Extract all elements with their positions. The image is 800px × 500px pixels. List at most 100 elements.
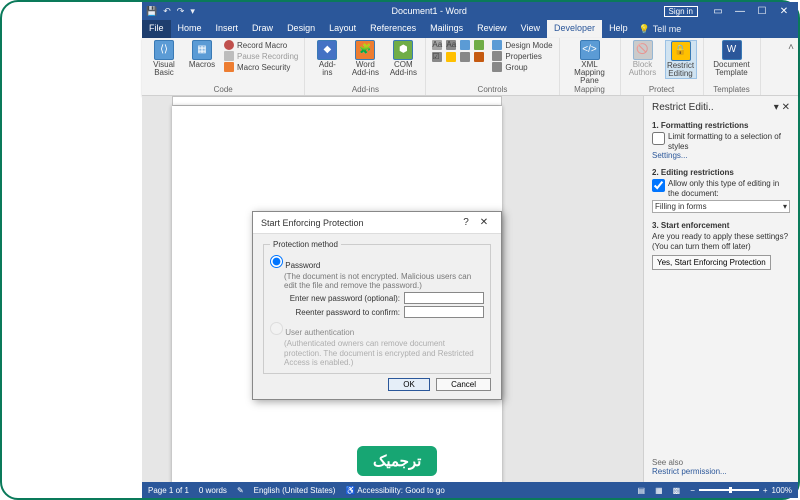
group-button[interactable]: Group bbox=[492, 62, 552, 72]
start-enforcement-heading: 3. Start enforcement bbox=[652, 221, 790, 230]
xml-mapping-button[interactable]: </>XML Mapping Pane bbox=[566, 40, 614, 85]
tab-references[interactable]: References bbox=[363, 20, 423, 38]
control-dropdown-icon[interactable] bbox=[460, 52, 470, 62]
ok-button[interactable]: OK bbox=[388, 378, 430, 391]
accessibility-indicator[interactable]: ♿ Accessibility: Good to go bbox=[345, 486, 444, 495]
restrict-editing-pane: Restrict Editi..▾ ✕ 1. Formatting restri… bbox=[643, 96, 798, 482]
control-plaintext-icon[interactable]: Aa bbox=[446, 40, 456, 50]
group-mapping: </>XML Mapping Pane Mapping bbox=[560, 38, 621, 95]
restrict-permission-link[interactable]: Restrict permission... bbox=[652, 467, 727, 476]
view-print-icon[interactable]: ▦ bbox=[655, 486, 663, 495]
properties-icon bbox=[492, 51, 502, 61]
ribbon-options-icon[interactable]: ▭ bbox=[708, 6, 728, 17]
group-addins: ◆Add- ins 🧩Word Add-ins ⬢COM Add-ins Add… bbox=[305, 38, 426, 95]
formatting-settings-link[interactable]: Settings... bbox=[652, 151, 688, 160]
document-area: Start Enforcing Protection ? ✕ Protectio… bbox=[142, 96, 643, 482]
macros-button[interactable]: ▦Macros bbox=[186, 40, 218, 69]
zoom-level[interactable]: 100% bbox=[772, 486, 792, 495]
macro-security-button[interactable]: Macro Security bbox=[224, 62, 298, 72]
maximize-icon[interactable]: ☐ bbox=[752, 6, 772, 17]
cancel-button[interactable]: Cancel bbox=[436, 378, 491, 391]
user-auth-radio: User authentication bbox=[270, 328, 354, 337]
addins-button[interactable]: ◆Add- ins bbox=[311, 40, 343, 77]
tab-draw[interactable]: Draw bbox=[245, 20, 280, 38]
record-macro-button[interactable]: Record Macro bbox=[224, 40, 298, 50]
group-label: Templates bbox=[710, 85, 754, 95]
group-label: Add-ins bbox=[311, 85, 419, 95]
pane-close-icon[interactable]: ✕ bbox=[782, 102, 790, 113]
tell-me-search[interactable]: 💡Tell me bbox=[639, 20, 682, 38]
control-richtext-icon[interactable]: Aa bbox=[432, 40, 442, 50]
group-code: ⟨⟩Visual Basic ▦Macros Record Macro Paus… bbox=[142, 38, 305, 95]
tab-design[interactable]: Design bbox=[280, 20, 322, 38]
zoom-control[interactable]: − + 100% bbox=[690, 486, 792, 495]
document-title: Document1 - Word bbox=[195, 6, 664, 16]
tab-developer[interactable]: Developer bbox=[547, 20, 602, 38]
editing-type-select[interactable]: Filling in forms ▾ bbox=[652, 200, 790, 213]
properties-button[interactable]: Properties bbox=[492, 51, 552, 61]
tab-file[interactable]: File bbox=[142, 20, 171, 38]
password-description: (The document is not encrypted. Maliciou… bbox=[284, 272, 484, 290]
tab-home[interactable]: Home bbox=[171, 20, 209, 38]
word-icon: W bbox=[722, 40, 742, 60]
allow-editing-checkbox[interactable]: Allow only this type of editing in the d… bbox=[652, 179, 790, 198]
visual-basic-button[interactable]: ⟨⟩Visual Basic bbox=[148, 40, 180, 77]
language-indicator[interactable]: English (United States) bbox=[254, 486, 336, 495]
qat-more-icon[interactable]: ▾ bbox=[190, 6, 195, 17]
dialog-help-icon[interactable]: ? bbox=[457, 217, 475, 228]
pause-recording-button: Pause Recording bbox=[224, 51, 298, 61]
store-icon: 🧩 bbox=[355, 40, 375, 60]
formatting-restrictions-heading: 1. Formatting restrictions bbox=[652, 121, 790, 130]
control-checkbox-icon[interactable]: ☑ bbox=[432, 52, 442, 62]
addins-icon: ◆ bbox=[317, 40, 337, 60]
group-protect: 🚫Block Authors 🔒Restrict Editing Protect bbox=[621, 38, 704, 95]
control-combobox-icon[interactable] bbox=[446, 52, 456, 62]
design-mode-button[interactable]: Design Mode bbox=[492, 40, 552, 50]
dialog-close-icon[interactable]: ✕ bbox=[475, 217, 493, 228]
dialog-title: Start Enforcing Protection bbox=[261, 218, 364, 228]
tab-view[interactable]: View bbox=[514, 20, 547, 38]
tab-insert[interactable]: Insert bbox=[209, 20, 246, 38]
limit-formatting-checkbox[interactable]: Limit formatting to a selection of style… bbox=[652, 132, 790, 151]
zoom-slider[interactable] bbox=[699, 489, 759, 491]
control-picture-icon[interactable] bbox=[460, 40, 470, 50]
tab-layout[interactable]: Layout bbox=[322, 20, 363, 38]
sign-in-button[interactable]: Sign in bbox=[664, 6, 698, 17]
design-icon bbox=[492, 40, 502, 50]
control-buildingblock-icon[interactable] bbox=[474, 40, 484, 50]
save-icon[interactable]: 💾 bbox=[146, 6, 157, 17]
control-date-icon[interactable] bbox=[474, 52, 484, 62]
redo-icon[interactable]: ↷ bbox=[177, 6, 185, 17]
view-read-icon[interactable]: ▤ bbox=[638, 486, 646, 495]
protection-method-legend: Protection method bbox=[270, 240, 341, 249]
word-window: 💾 ↶ ↷ ▾ Document1 - Word Sign in ▭ — ☐ ✕… bbox=[142, 2, 798, 498]
undo-icon[interactable]: ↶ bbox=[163, 6, 171, 17]
new-password-input[interactable] bbox=[404, 292, 484, 304]
see-also-heading: See also bbox=[652, 458, 790, 467]
pane-menu-icon[interactable]: ▾ bbox=[774, 102, 779, 113]
page-indicator[interactable]: Page 1 of 1 bbox=[148, 486, 189, 495]
word-addins-button[interactable]: 🧩Word Add-ins bbox=[349, 40, 381, 77]
zoom-out-icon[interactable]: − bbox=[690, 486, 695, 495]
spellcheck-icon[interactable]: ✎ bbox=[237, 486, 244, 495]
zoom-in-icon[interactable]: + bbox=[763, 486, 768, 495]
pause-icon bbox=[224, 51, 234, 61]
tab-help[interactable]: Help bbox=[602, 20, 635, 38]
confirm-password-input[interactable] bbox=[404, 306, 484, 318]
group-templates: WDocument Template Templates bbox=[704, 38, 761, 95]
view-web-icon[interactable]: ▩ bbox=[673, 486, 681, 495]
restrict-editing-button[interactable]: 🔒Restrict Editing bbox=[665, 40, 697, 79]
com-addins-button[interactable]: ⬢COM Add-ins bbox=[387, 40, 419, 77]
ribbon: ⟨⟩Visual Basic ▦Macros Record Macro Paus… bbox=[142, 38, 798, 96]
close-icon[interactable]: ✕ bbox=[774, 6, 794, 17]
start-enforcing-button[interactable]: Yes, Start Enforcing Protection bbox=[652, 255, 771, 270]
document-template-button[interactable]: WDocument Template bbox=[710, 40, 754, 77]
word-count[interactable]: 0 words bbox=[199, 486, 227, 495]
password-radio[interactable]: Password bbox=[270, 261, 320, 270]
lock-icon: 🔒 bbox=[671, 41, 691, 61]
tab-review[interactable]: Review bbox=[470, 20, 514, 38]
collapse-ribbon-icon[interactable]: ˄ bbox=[784, 38, 798, 95]
minimize-icon[interactable]: — bbox=[730, 6, 750, 17]
horizontal-ruler[interactable] bbox=[172, 96, 502, 106]
tab-mailings[interactable]: Mailings bbox=[423, 20, 470, 38]
